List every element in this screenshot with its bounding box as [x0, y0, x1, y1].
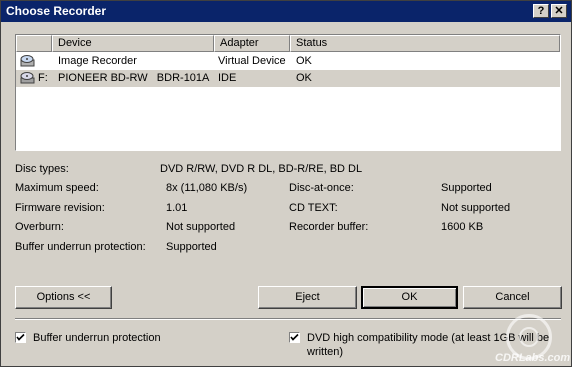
header-blank[interactable]: [16, 35, 52, 52]
list-row[interactable]: F: PIONEER BD-RW BDR-101A IDE OK: [16, 70, 560, 87]
dvd-compat-checkbox[interactable]: [289, 332, 300, 343]
checkmark-icon: [290, 333, 299, 341]
cancel-button[interactable]: Cancel: [463, 286, 562, 309]
cd-text-label: CD TEXT:: [289, 202, 338, 214]
overburn-label: Overburn:: [15, 221, 64, 233]
buffer-underrun-checkbox[interactable]: [15, 332, 26, 343]
close-button[interactable]: ✕: [551, 4, 567, 18]
window-title: Choose Recorder: [6, 4, 107, 18]
adapter-name: IDE: [218, 72, 237, 84]
watermark-text: CDRLabs.com: [495, 352, 571, 364]
recorder-list[interactable]: Device Adapter Status Image Recorder Vir…: [15, 34, 561, 151]
dao-label: Disc-at-once:: [289, 182, 354, 194]
buffer-underrun-label: Buffer underrun protection:: [15, 241, 146, 253]
ok-button[interactable]: OK: [361, 286, 458, 309]
disc-types-value: DVD R/RW, DVD R DL, BD-R/RE, BD DL: [160, 163, 363, 175]
choose-recorder-dialog: Choose Recorder ? ✕ Device Adapter Statu…: [0, 0, 572, 367]
checkmark-icon: [16, 333, 25, 341]
title-bar: Choose Recorder ? ✕: [1, 1, 571, 22]
header-device[interactable]: Device: [52, 35, 214, 52]
list-header: Device Adapter Status: [16, 35, 560, 52]
drive-letter: F:: [38, 72, 48, 84]
buffer-underrun-checkbox-label[interactable]: Buffer underrun protection: [33, 331, 161, 345]
separator: [15, 318, 561, 320]
drive-icon: [20, 71, 36, 85]
buffer-underrun-value: Supported: [166, 241, 217, 253]
disc-types-label: Disc types:: [15, 163, 69, 175]
recorder-buffer-value: 1600 KB: [441, 221, 484, 233]
list-row[interactable]: Image Recorder Virtual Device OK: [16, 53, 560, 70]
device-name: Image Recorder: [58, 55, 137, 67]
header-adapter[interactable]: Adapter: [214, 35, 290, 52]
device-status: OK: [296, 55, 312, 67]
overburn-value: Not supported: [166, 221, 236, 233]
eject-button[interactable]: Eject: [258, 286, 357, 309]
dao-value: Supported: [441, 182, 492, 194]
firmware-label: Firmware revision:: [15, 202, 105, 214]
device-status: OK: [296, 72, 312, 84]
device-name: PIONEER BD-RW BDR-101A: [58, 72, 210, 84]
options-button[interactable]: Options <<: [15, 286, 112, 309]
cd-text-value: Not supported: [441, 202, 511, 214]
max-speed-label: Maximum speed:: [15, 182, 99, 194]
header-status[interactable]: Status: [290, 35, 560, 52]
help-button[interactable]: ?: [533, 4, 549, 18]
adapter-name: Virtual Device: [218, 55, 286, 67]
max-speed-value: 8x (11,080 KB/s): [166, 182, 248, 194]
firmware-value: 1.01: [166, 202, 188, 214]
image-recorder-icon: [20, 54, 36, 68]
recorder-buffer-label: Recorder buffer:: [289, 221, 369, 233]
